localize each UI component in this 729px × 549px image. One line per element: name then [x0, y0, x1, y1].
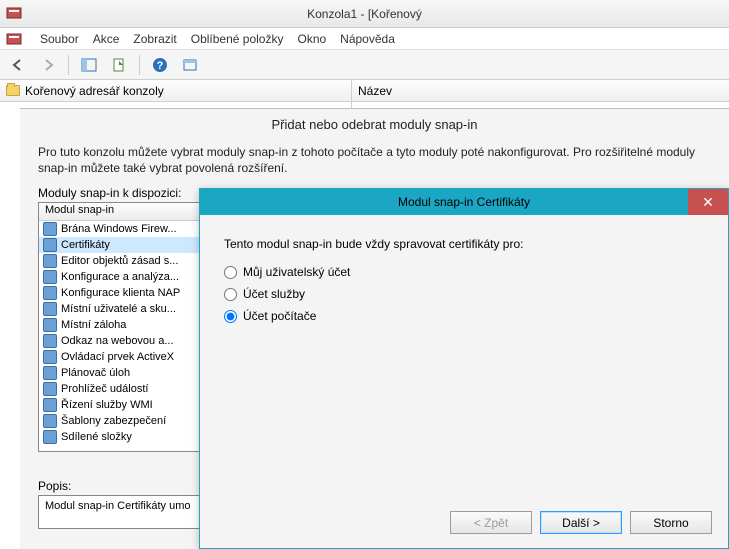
- forward-button[interactable]: [36, 53, 60, 77]
- next-button[interactable]: Další >: [540, 511, 622, 534]
- toolbar-separator: [68, 55, 69, 75]
- radio-service-label: Účet služby: [243, 287, 305, 301]
- cert-dialog-title: Modul snap-in Certifikáty: [398, 195, 530, 209]
- back-button: < Zpět: [450, 511, 532, 534]
- snapin-description-label: Popis:: [38, 479, 210, 493]
- snapin-item-label: Sdílené složky: [61, 431, 132, 443]
- menu-file[interactable]: Soubor: [40, 32, 79, 46]
- radio-service-account[interactable]: Účet služby: [224, 283, 704, 305]
- snapin-list-item[interactable]: Ovládací prvek ActiveX: [39, 349, 209, 365]
- snapin-item-icon: [43, 382, 57, 396]
- snapin-item-label: Brána Windows Firew...: [61, 223, 177, 235]
- list-panel: Název: [352, 80, 729, 108]
- menu-window[interactable]: Okno: [297, 32, 326, 46]
- snapin-item-icon: [43, 286, 57, 300]
- snapin-item-label: Ovládací prvek ActiveX: [61, 351, 174, 363]
- radio-computer-label: Účet počítače: [243, 309, 316, 323]
- snapin-item-label: Certifikáty: [61, 239, 110, 251]
- radio-user-label: Můj uživatelský účet: [243, 265, 350, 279]
- toolbar-separator: [139, 55, 140, 75]
- cancel-button[interactable]: Storno: [630, 511, 712, 534]
- certificates-snapin-wizard: Modul snap-in Certifikáty ✕ Tento modul …: [199, 188, 729, 549]
- snapin-item-label: Konfigurace a analýza...: [61, 271, 179, 283]
- menu-view[interactable]: Zobrazit: [133, 32, 176, 46]
- available-snapins-list[interactable]: Modul snap-in Brána Windows Firew... Cert…: [38, 202, 210, 452]
- snapin-item-icon: [43, 222, 57, 236]
- snapin-list-item[interactable]: Editor objektů zásad s...: [39, 253, 209, 269]
- snapin-item-label: Šablony zabezpečení: [61, 415, 166, 427]
- list-column-name[interactable]: Název: [352, 80, 729, 102]
- snapin-item-icon: [43, 398, 57, 412]
- tree-panel: Kořenový adresář konzoly: [0, 80, 352, 108]
- radio-computer-account[interactable]: Účet počítače: [224, 305, 704, 327]
- close-button[interactable]: ✕: [688, 189, 728, 215]
- snapin-list-item[interactable]: Řízení služby WMI: [39, 397, 209, 413]
- snapin-item-label: Řízení služby WMI: [61, 399, 153, 411]
- toolbar: ?: [0, 50, 729, 80]
- radio-service-input[interactable]: [224, 288, 237, 301]
- snapin-list-item[interactable]: Místní uživatelé a sku...: [39, 301, 209, 317]
- cert-dialog-body: Tento modul snap-in bude vždy spravovat …: [200, 215, 728, 349]
- radio-user-input[interactable]: [224, 266, 237, 279]
- svg-text:?: ?: [157, 60, 164, 72]
- snapin-list-item[interactable]: Konfigurace klienta NAP: [39, 285, 209, 301]
- wizard-button-row: < Zpět Další > Storno: [450, 511, 712, 534]
- snapin-list-item[interactable]: Prohlížeč událostí: [39, 381, 209, 397]
- snapin-item-label: Místní záloha: [61, 319, 126, 331]
- snapin-item-label: Plánovač úloh: [61, 367, 130, 379]
- menu-favorites[interactable]: Oblíbené položky: [191, 32, 284, 46]
- app-icon: [6, 5, 22, 21]
- snapin-list-item[interactable]: Šablony zabezpečení: [39, 413, 209, 429]
- snapin-item-icon: [43, 270, 57, 284]
- workspace: Kořenový adresář konzoly Název: [0, 80, 729, 108]
- snapin-list-item[interactable]: Plánovač úloh: [39, 365, 209, 381]
- cert-intro-text: Tento modul snap-in bude vždy spravovat …: [224, 237, 704, 251]
- snapin-dialog-description: Pro tuto konzolu můžete vybrat moduly sn…: [20, 138, 729, 186]
- folder-icon: [6, 85, 20, 96]
- snapin-item-icon: [43, 318, 57, 332]
- snapin-item-label: Odkaz na webovou a...: [61, 335, 174, 347]
- snapin-column-header[interactable]: Modul snap-in: [39, 203, 209, 221]
- window-title: Konzola1 - [Kořenový: [307, 7, 422, 21]
- snapin-dialog-title: Přidat nebo odebrat moduly snap-in: [20, 109, 729, 138]
- menu-help[interactable]: Nápověda: [340, 32, 395, 46]
- snapin-item-icon: [43, 414, 57, 428]
- snapin-item-icon: [43, 334, 57, 348]
- snapin-description-section: Popis: Modul snap-in Certifikáty umo: [38, 479, 210, 529]
- snapin-item-icon: [43, 254, 57, 268]
- snapin-item-label: Prohlížeč událostí: [61, 383, 148, 395]
- radio-computer-input[interactable]: [224, 310, 237, 323]
- snapin-item-icon: [43, 350, 57, 364]
- snapin-item-label: Místní uživatelé a sku...: [61, 303, 176, 315]
- menubar: Soubor Akce Zobrazit Oblíbené položky Ok…: [0, 28, 729, 50]
- cert-dialog-titlebar: Modul snap-in Certifikáty ✕: [200, 189, 728, 215]
- snapin-list-item[interactable]: Místní záloha: [39, 317, 209, 333]
- snapin-item-icon: [43, 430, 57, 444]
- tree-root-label: Kořenový adresář konzoly: [25, 84, 164, 98]
- close-icon: ✕: [702, 194, 714, 211]
- export-list-button[interactable]: [107, 53, 131, 77]
- snapin-item-icon: [43, 302, 57, 316]
- snapin-list-item[interactable]: Brána Windows Firew...: [39, 221, 209, 237]
- snapin-list-item[interactable]: Odkaz na webovou a...: [39, 333, 209, 349]
- snapin-item-icon: [43, 366, 57, 380]
- snapin-list-item[interactable]: Konfigurace a analýza...: [39, 269, 209, 285]
- back-button[interactable]: [6, 53, 30, 77]
- snapin-list-item[interactable]: Certifikáty: [39, 237, 209, 253]
- show-hide-tree-button[interactable]: [77, 53, 101, 77]
- snapin-item-icon: [43, 238, 57, 252]
- tree-root[interactable]: Kořenový adresář konzoly: [0, 80, 351, 102]
- snapin-item-label: Konfigurace klienta NAP: [61, 287, 180, 299]
- snapin-item-label: Editor objektů zásad s...: [61, 255, 178, 267]
- snapin-list-item[interactable]: Sdílené složky: [39, 429, 209, 445]
- app-icon-small: [6, 31, 22, 47]
- account-radio-group: Můj uživatelský účet Účet služby Účet po…: [224, 261, 704, 327]
- menu-action[interactable]: Akce: [93, 32, 120, 46]
- window-titlebar: Konzola1 - [Kořenový: [0, 0, 729, 28]
- radio-user-account[interactable]: Můj uživatelský účet: [224, 261, 704, 283]
- new-window-button[interactable]: [178, 53, 202, 77]
- help-button[interactable]: ?: [148, 53, 172, 77]
